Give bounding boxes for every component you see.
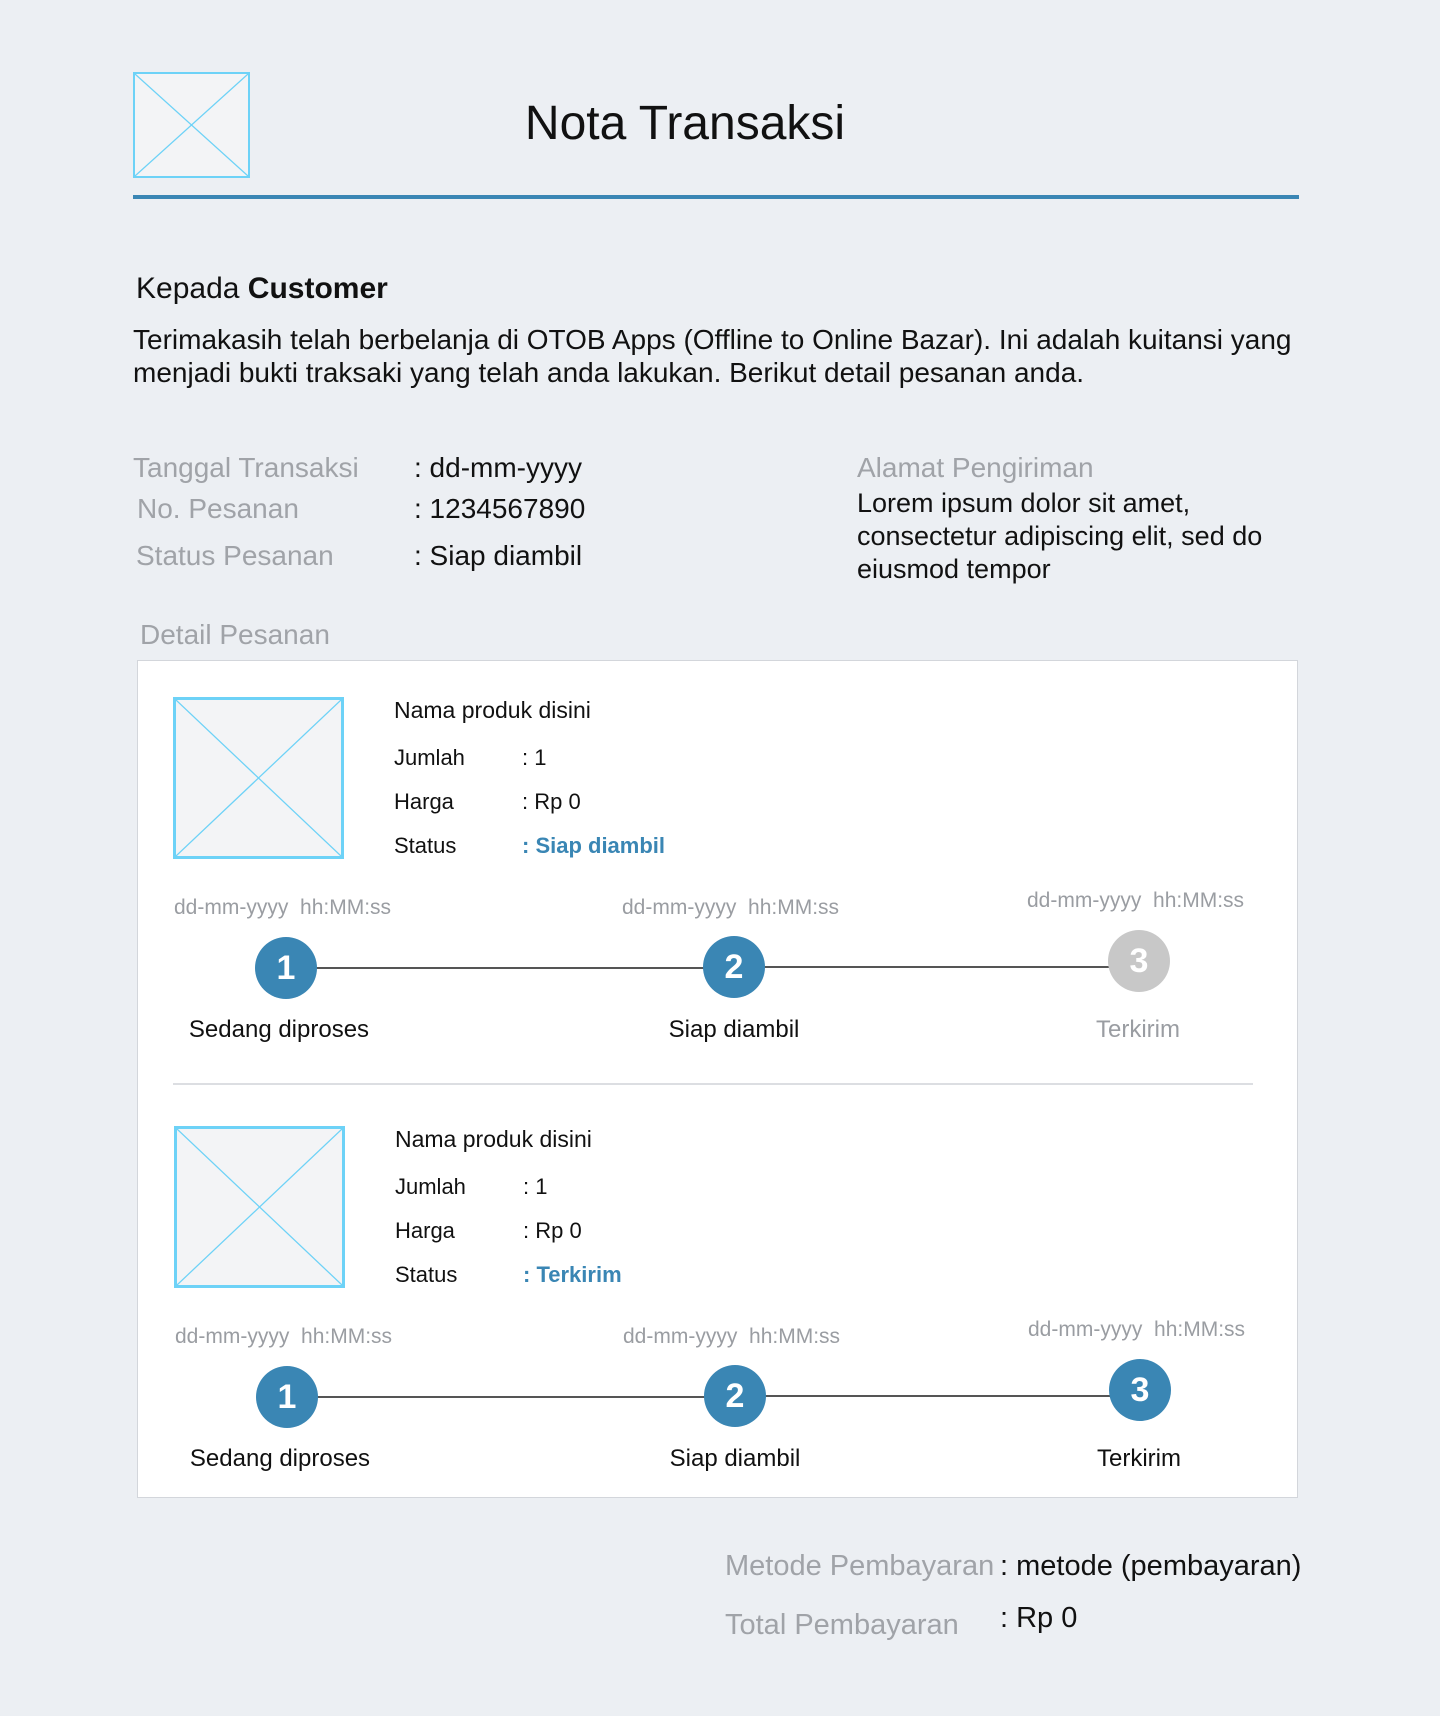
order-status-value: : Siap diambil [414, 540, 583, 571]
product-price-value: : Rp 0 [523, 1218, 582, 1243]
step-timestamp: dd-mm-yyyy hh:MM:ss [623, 1325, 841, 1348]
order-number-value: : 1234567890 [414, 493, 586, 524]
step-circle-1: 1 [255, 937, 317, 999]
product-price-value: : Rp 0 [522, 789, 581, 814]
order-number-label: No. Pesanan [137, 493, 299, 524]
step-timestamp: dd-mm-yyyy hh:MM:ss [174, 896, 392, 919]
step-circle-2: 2 [703, 936, 765, 998]
step-circle-1: 1 [256, 1366, 318, 1428]
payment-method-label: Metode Pembayaran [725, 1550, 995, 1582]
order-detail-label: Detail Pesanan [140, 619, 330, 650]
greeting: Kepada Customer [136, 272, 388, 306]
payment-total-label: Total Pembayaran [725, 1609, 959, 1641]
step-timestamp: dd-mm-yyyy hh:MM:ss [1028, 1318, 1246, 1341]
product-qty-label: Jumlah [394, 745, 465, 770]
item-divider [173, 1083, 1253, 1085]
product-name: Nama produk disini [395, 1126, 592, 1152]
product-name: Nama produk disini [394, 697, 591, 723]
product-qty-label: Jumlah [395, 1174, 466, 1199]
customer-name: Customer [247, 272, 388, 305]
step-label: Sedang diproses [189, 1445, 371, 1472]
greeting-prefix: Kepada [136, 272, 248, 305]
step-timestamp: dd-mm-yyyy hh:MM:ss [175, 1325, 393, 1348]
step-circle-3: 3 [1109, 1359, 1171, 1421]
step-label: Terkirim [1096, 1016, 1180, 1043]
transaction-date-label: Tanggal Transaksi [133, 452, 359, 483]
step-timestamp: dd-mm-yyyy hh:MM:ss [622, 896, 840, 919]
product-status-label: Status [394, 833, 457, 858]
product-status-label: Status [395, 1262, 458, 1287]
step-timestamp: dd-mm-yyyy hh:MM:ss [1027, 889, 1245, 912]
shipping-address-label: Alamat Pengiriman [857, 452, 1094, 483]
intro-text: Terimakasih telah berbelanja di OTOB App… [133, 324, 1292, 388]
transaction-date-value: : dd-mm-yyyy [414, 452, 582, 483]
product-price-label: Harga [394, 789, 454, 814]
page-title: Nota Transaksi [524, 97, 846, 150]
shipping-address-value: Lorem ipsum dolor sit amet, consectetur … [857, 488, 1263, 584]
product-qty-value: : 1 [522, 745, 547, 770]
step-label: Siap diambil [669, 1445, 801, 1472]
header-divider [133, 195, 1299, 199]
step-label: Terkirim [1097, 1445, 1181, 1472]
product-image-placeholder-icon [174, 1126, 345, 1288]
step-connector [734, 966, 1140, 968]
step-connector [735, 1395, 1141, 1397]
step-label: Siap diambil [668, 1016, 800, 1043]
order-status-label: Status Pesanan [136, 540, 334, 571]
product-status-value: : Siap diambil [522, 833, 666, 858]
step-circle-3: 3 [1108, 930, 1170, 992]
step-circle-2: 2 [704, 1365, 766, 1427]
payment-total-value: : Rp 0 [1000, 1602, 1078, 1634]
product-qty-value: : 1 [523, 1174, 548, 1199]
product-image-placeholder-icon [173, 697, 344, 859]
product-status-value: : Terkirim [523, 1262, 622, 1287]
payment-method-value: : metode (pembayaran) [1000, 1550, 1302, 1582]
step-label: Sedang diproses [188, 1016, 370, 1043]
product-price-label: Harga [395, 1218, 455, 1243]
step-connector [285, 967, 734, 969]
step-connector [286, 1396, 735, 1398]
